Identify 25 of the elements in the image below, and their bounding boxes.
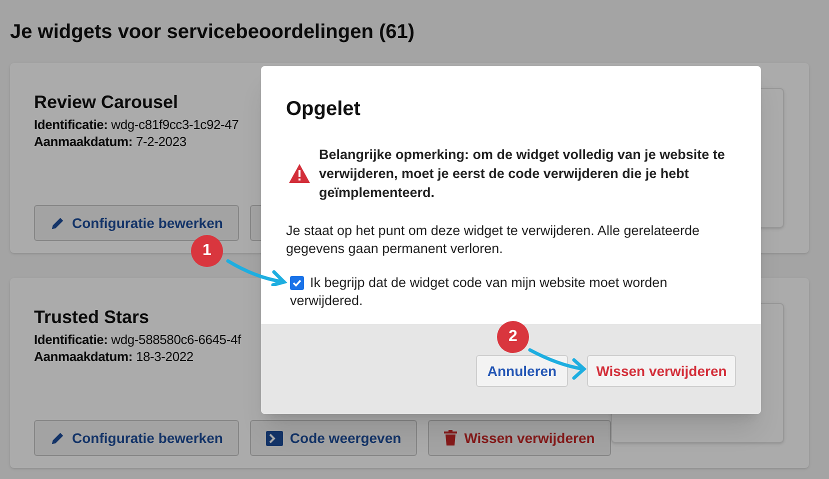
warning-text: Belangrijke opmerking: om de widget volledig van je website te verwijderen, moet je eerst de code verwijderen die je hebt geïmplementeerd. (319, 146, 726, 202)
edit-button[interactable]: Configuratie bewerken (34, 420, 239, 456)
page-title: Je widgets voor servicebeoordelingen (61) (9, 20, 416, 45)
checkbox[interactable] (290, 276, 304, 290)
delete-button[interactable]: Wissen verwijderen (587, 355, 736, 387)
warning-icon (289, 164, 310, 183)
widget-id: Identificatie: wdg-588580c6-6645-4f (34, 331, 241, 348)
dialog-message: Je staat op het punt om deze widget te verwijderen. Alle gerelateerde gegevens gaan permanent verloren. (286, 222, 701, 258)
edit-button[interactable]: Configuratie bewerken (34, 205, 239, 241)
arrow (226, 258, 288, 286)
creation-date: Aanmaakdatum: 18-3-2022 (34, 348, 194, 365)
trash-icon (444, 430, 458, 446)
terminal-icon (266, 430, 283, 446)
widget-name: Trusted Stars (34, 306, 150, 329)
checkbox-label[interactable]: Ik begrijp dat de widget code van mijn website moet worden verwijdered. (290, 274, 736, 310)
pencil-icon (50, 216, 65, 230)
code-button[interactable]: Code weergeven (250, 420, 418, 456)
callout-badge: 1 (191, 235, 223, 267)
widget-name: Review Carousel (34, 91, 178, 114)
creation-date: Aanmaakdatum: 7-2-2023 (34, 133, 186, 150)
dialog-title: Opgelet (286, 97, 362, 122)
cancel-button[interactable]: Annuleren (476, 355, 568, 387)
widget-id: Identificatie: wdg-c81f9cc3-1c92-47 (34, 116, 239, 133)
delete-button[interactable]: Wissen verwijderen (428, 420, 611, 456)
pencil-icon (50, 430, 65, 446)
